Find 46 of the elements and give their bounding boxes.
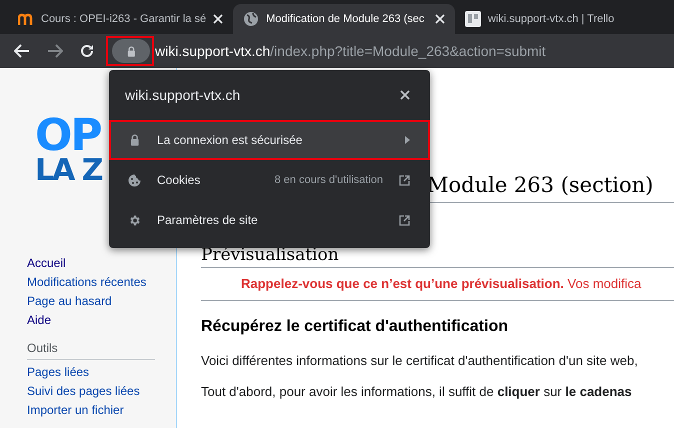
sidebar-section-title: Outils [27,340,155,360]
sidebar-link[interactable]: Modifications récentes [27,273,146,292]
popup-menu-item[interactable]: Paramètres de site [109,200,430,240]
globe-icon [243,11,260,27]
popup-menu-item[interactable]: La connexion est sécurisée [109,120,430,160]
cookie-icon [128,174,141,186]
tab-title: Modification de Module 263 (sec [266,12,426,27]
sidebar-link[interactable]: Importer un fichier [27,401,124,420]
logo-text: OP [35,114,101,158]
menu-item-label: Paramètres de site [157,212,259,229]
browser-tab[interactable]: wiki.support-vtx.ch | Trello [454,4,674,34]
board-icon [464,11,481,27]
menu-item-detail: 8 en cours d'utilisation [274,172,383,188]
preview-heading: Prévisualisation [201,244,339,266]
lock-icon [126,46,136,56]
paragraph: Voici différentes informations sur le certificat d'authentification d'un site web, [201,352,638,370]
forward-arrow-icon[interactable] [47,44,63,58]
preview-warning: Rappelez-vous que ce n’est qu’une prévisualisation. [241,276,564,291]
menu-item-label: Cookies [157,172,202,189]
browser-tab[interactable]: Modification de Module 263 (sec [233,4,455,34]
tab-title: Cours : OPEI-i263 - Garantir la sé [41,12,206,27]
site-info-button[interactable] [106,36,154,66]
lock-icon [130,134,140,146]
preview-warning-text: Vos modifica [568,276,642,291]
popup-menu-item[interactable]: Cookies 8 en cours d'utilisation [109,160,430,200]
sidebar-link[interactable]: Page au hasard [27,292,112,311]
browser-tab[interactable]: Cours : OPEI-i263 - Garantir la sé [8,4,234,34]
menu-item-label: La connexion est sécurisée [157,132,304,149]
settings-icon [128,214,141,226]
sidebar-link[interactable]: Pages liées [27,363,90,382]
popup-title: wiki.support-vtx.ch [125,86,242,105]
reload-icon[interactable] [80,44,94,58]
page-title: Module 263 (section) [427,172,654,199]
moodle-m-icon [18,13,34,25]
logo-text: LA Z [35,156,102,186]
caret-icon [405,136,410,144]
external-link-icon [399,174,410,186]
sidebar-link[interactable]: Aide [27,311,52,330]
sidebar-link[interactable]: Suivi des pages liées [27,382,140,401]
tab-title: wiki.support-vtx.ch | Trello [488,12,616,27]
paragraph: Tout d'abord, pour avoir les informations, il suffit de cliquer sur le cadenas [201,383,632,401]
sidebar-link[interactable]: Accueil [27,254,66,273]
back-arrow-icon[interactable] [14,44,30,58]
external-link-icon [399,214,410,226]
close-icon[interactable] [400,90,410,100]
section-heading: Récupérez le certificat d'authentification [201,316,508,336]
